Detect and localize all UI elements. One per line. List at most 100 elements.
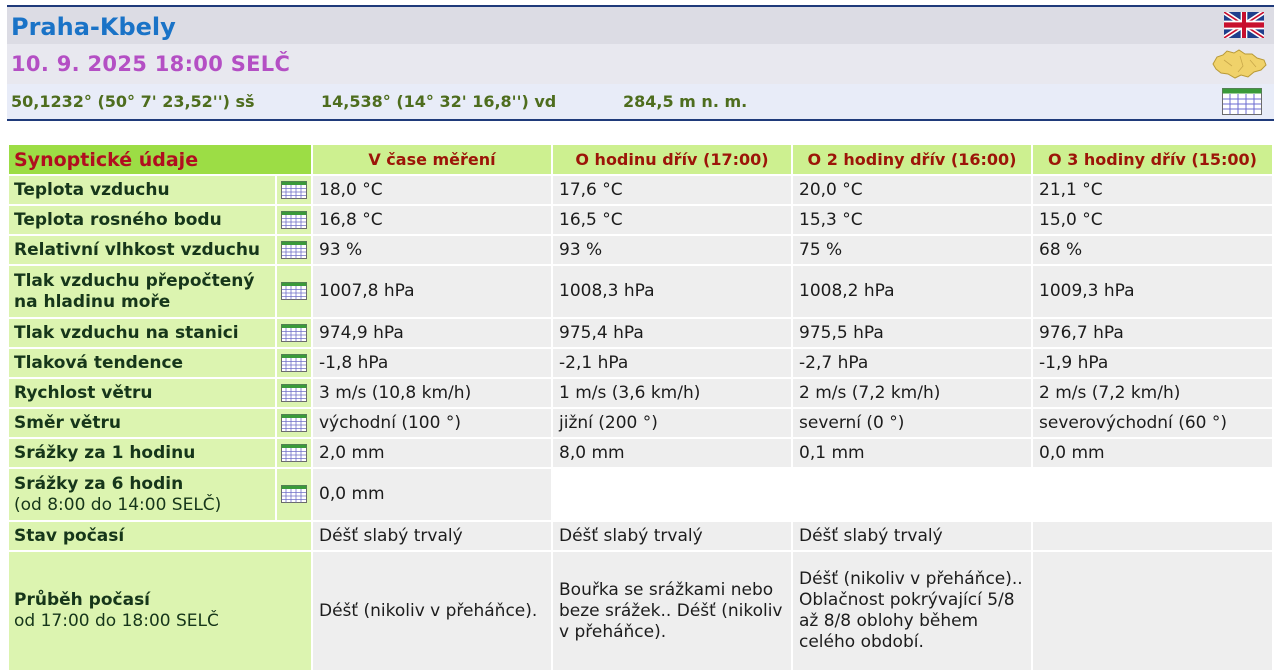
row-label-line2: na hladinu moře <box>14 291 171 312</box>
station-header: Praha-Kbely <box>7 7 1274 44</box>
cell: 1009,3 hPa <box>1033 266 1272 317</box>
empty-cell <box>553 469 1272 520</box>
row-label-main: Průběh počasí <box>14 590 151 610</box>
row-label: Teplota rosného bodu <box>9 206 275 234</box>
row-label: Tlak vzduchu na stanici <box>9 319 275 347</box>
cell: 974,9 hPa <box>313 319 551 347</box>
row-label: Průběh počasí od 17:00 do 18:00 SELČ <box>9 552 311 670</box>
column-header: O 2 hodiny dřív (16:00) <box>793 145 1031 174</box>
table-icon-cell[interactable] <box>277 379 311 407</box>
column-header: O hodinu dřív (17:00) <box>553 145 791 174</box>
table-icon-cell[interactable] <box>277 349 311 377</box>
table-icon[interactable] <box>281 353 307 372</box>
row-label-sub: od 17:00 do 18:00 SELČ <box>14 611 219 631</box>
table-icon-cell[interactable] <box>277 206 311 234</box>
cell: 21,1 °C <box>1033 176 1272 204</box>
cell: -1,9 hPa <box>1033 349 1272 377</box>
table-row: Průběh počasí od 17:00 do 18:00 SELČ Déšť… <box>9 552 1272 670</box>
cell: 93 % <box>553 236 791 264</box>
table-icon[interactable] <box>281 443 307 462</box>
cell: severní (0 °) <box>793 409 1031 437</box>
cell <box>1033 552 1272 670</box>
row-label: Rychlost větru <box>9 379 275 407</box>
row-label: Teplota vzduchu <box>9 176 275 204</box>
cell: 0,0 mm <box>1033 439 1272 467</box>
table-row: Teplota rosného bodu 16,8 °C 16,5 °C 15,… <box>9 206 1272 234</box>
table-row: Směr větru východní (100 °) jižní (200 °… <box>9 409 1272 437</box>
table-icon[interactable] <box>281 180 307 199</box>
table-icon[interactable] <box>281 383 307 402</box>
table-icon-cell[interactable] <box>277 236 311 264</box>
cell: 18,0 °C <box>313 176 551 204</box>
cell: Déšť slabý trvalý <box>793 522 1031 550</box>
table-row: Tlak vzduchu přepočtený na hladinu moře 1… <box>9 266 1272 317</box>
cell: 2 m/s (7,2 km/h) <box>793 379 1031 407</box>
cell: -2,7 hPa <box>793 349 1031 377</box>
table-icon[interactable] <box>281 323 307 342</box>
row-label: Srážky za 1 hodinu <box>9 439 275 467</box>
row-label: Směr větru <box>9 409 275 437</box>
column-header: V čase měření <box>313 145 551 174</box>
row-label-line1: Tlak vzduchu přepočtený <box>14 270 255 291</box>
cell: 975,4 hPa <box>553 319 791 347</box>
cell: 1008,3 hPa <box>553 266 791 317</box>
station-name: Praha-Kbely <box>11 13 176 41</box>
table-row: Tlak vzduchu na stanici 974,9 hPa 975,4 … <box>9 319 1272 347</box>
cell: 1007,8 hPa <box>313 266 551 317</box>
table-icon-cell[interactable] <box>277 439 311 467</box>
cell: -1,8 hPa <box>313 349 551 377</box>
cell: severovýchodní (60 °) <box>1033 409 1272 437</box>
table-row: Srážky za 1 hodinu 2,0 mm 8,0 mm 0,1 mm … <box>9 439 1272 467</box>
cell: 68 % <box>1033 236 1272 264</box>
cell: 2,0 mm <box>313 439 551 467</box>
cell: 975,5 hPa <box>793 319 1031 347</box>
table-title: Synoptické údaje <box>9 145 311 174</box>
row-label: Srážky za 6 hodin (od 8:00 do 14:00 SELČ) <box>9 469 275 520</box>
table-row: Rychlost větru 3 m/s (10,8 km/h) 1 m/s (… <box>9 379 1272 407</box>
synoptic-table: Synoptické údaje V čase měření O hodinu … <box>7 143 1274 672</box>
uk-flag-icon[interactable] <box>1224 12 1264 38</box>
cell: Déšť slabý trvalý <box>553 522 791 550</box>
table-row: Stav počasí Déšť slabý trvalý Déšť slabý… <box>9 522 1272 550</box>
cell: 0,0 mm <box>313 469 551 520</box>
table-icon[interactable] <box>281 210 307 229</box>
cell: Déšť slabý trvalý <box>313 522 551 550</box>
table-icon-cell[interactable] <box>277 469 311 520</box>
cell <box>1033 522 1272 550</box>
table-icon[interactable] <box>281 240 307 259</box>
cell: 16,8 °C <box>313 206 551 234</box>
cell: východní (100 °) <box>313 409 551 437</box>
altitude: 284,5 m n. m. <box>623 92 748 111</box>
row-label: Tlaková tendence <box>9 349 275 377</box>
table-icon-cell[interactable] <box>277 176 311 204</box>
cell: 17,6 °C <box>553 176 791 204</box>
czech-map-icon[interactable] <box>1210 48 1268 80</box>
cell: 8,0 mm <box>553 439 791 467</box>
cell: 93 % <box>313 236 551 264</box>
table-row: Tlaková tendence -1,8 hPa -2,1 hPa -2,7 … <box>9 349 1272 377</box>
cell: jižní (200 °) <box>553 409 791 437</box>
cell: Déšť (nikoliv v přeháňce).. Oblačnost po… <box>793 552 1031 670</box>
row-label: Stav počasí <box>9 522 311 550</box>
cell: 0,1 mm <box>793 439 1031 467</box>
cell: 15,3 °C <box>793 206 1031 234</box>
table-row: Teplota vzduchu 18,0 °C 17,6 °C 20,0 °C … <box>9 176 1272 204</box>
row-label: Relativní vlhkost vzduchu <box>9 236 275 264</box>
table-icon-cell[interactable] <box>277 319 311 347</box>
table-icon[interactable] <box>1222 88 1262 115</box>
row-label: Tlak vzduchu přepočtený na hladinu moře <box>9 266 275 317</box>
column-header: O 3 hodiny dřív (15:00) <box>1033 145 1272 174</box>
cell: 2 m/s (7,2 km/h) <box>1033 379 1272 407</box>
table-icon[interactable] <box>281 485 307 503</box>
row-label-sub: (od 8:00 do 14:00 SELČ) <box>14 494 222 515</box>
cell: 75 % <box>793 236 1031 264</box>
table-icon-cell[interactable] <box>277 266 311 317</box>
coordinates-header: 50,1232° (50° 7' 23,52'') sš 14,538° (14… <box>7 84 1274 119</box>
latitude: 50,1232° (50° 7' 23,52'') sš <box>11 92 255 111</box>
table-icon[interactable] <box>281 282 307 300</box>
cell: 1 m/s (3,6 km/h) <box>553 379 791 407</box>
table-icon[interactable] <box>281 413 307 432</box>
table-header-row: Synoptické údaje V čase měření O hodinu … <box>9 145 1272 174</box>
observation-datetime: 10. 9. 2025 18:00 SELČ <box>11 52 291 76</box>
table-icon-cell[interactable] <box>277 409 311 437</box>
